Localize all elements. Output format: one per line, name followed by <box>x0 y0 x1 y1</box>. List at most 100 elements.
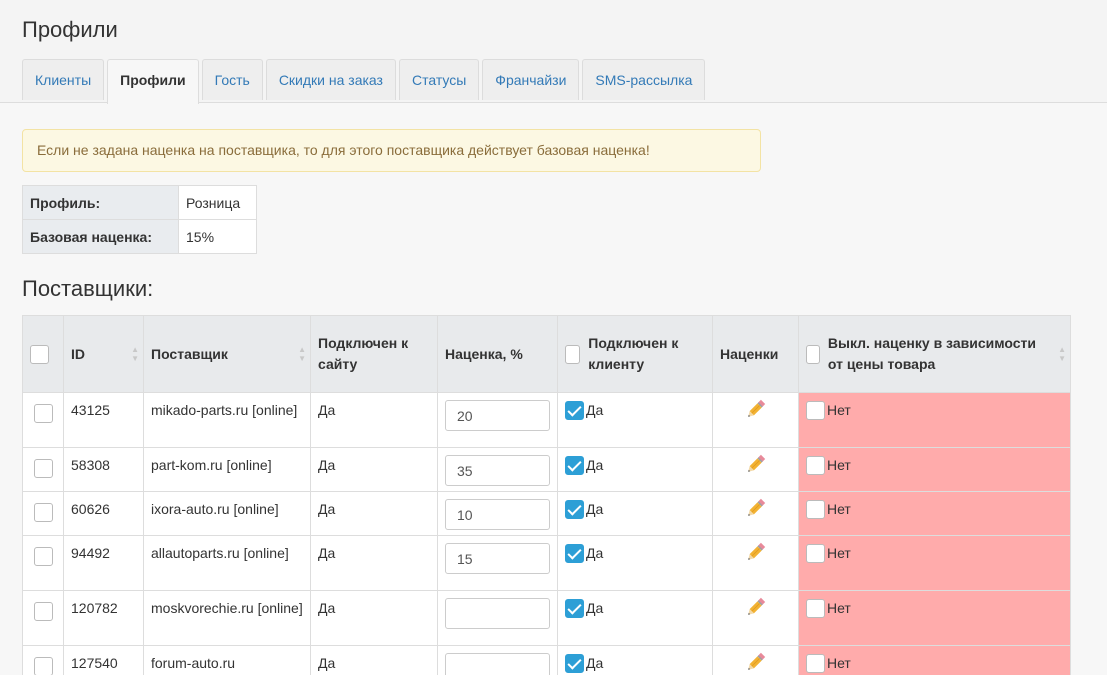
markup-input[interactable] <box>445 400 550 431</box>
markup-input[interactable] <box>445 499 550 530</box>
markup-input[interactable] <box>445 653 550 675</box>
table-header-row: ID ▲ ▼ Поставщик ▲ ▼ Подключен к сайту Нацен… <box>22 315 1071 393</box>
column-header-id-label: ID <box>71 345 85 362</box>
row-select-checkbox[interactable] <box>33 502 53 522</box>
column-header-disable-markup[interactable]: Выкл. наценку в зависимости от цены това… <box>798 315 1071 393</box>
row-connected-client-cell: Да <box>557 491 713 536</box>
pencil-icon[interactable] <box>745 398 767 426</box>
tab-sms[interactable]: SMS-рассылка <box>582 59 706 100</box>
disable-markup-checkbox[interactable] <box>806 599 825 618</box>
pencil-icon[interactable] <box>745 453 767 481</box>
row-markup-cell <box>437 447 558 492</box>
select-all-header <box>22 315 64 393</box>
pencil-icon[interactable] <box>745 497 767 525</box>
row-markups-cell <box>712 590 799 646</box>
row-connected-site: Да <box>310 491 438 536</box>
row-disable-markup-cell: Нет <box>798 535 1071 591</box>
row-markups-cell <box>712 491 799 536</box>
row-connected-client-cell: Да <box>557 447 713 492</box>
row-markups-cell <box>712 535 799 591</box>
row-select-checkbox[interactable] <box>33 458 53 478</box>
disable-markup-label: Нет <box>827 655 851 671</box>
tab-order-discounts[interactable]: Скидки на заказ <box>265 59 396 100</box>
connected-client-checkbox[interactable] <box>565 401 584 420</box>
column-header-connected-client: Подключен к клиенту <box>557 315 713 393</box>
connected-client-checkbox[interactable] <box>565 654 584 673</box>
connected-client-label: Да <box>586 402 604 418</box>
sort-arrows-icon[interactable]: ▲ ▼ <box>131 345 139 363</box>
markup-input[interactable] <box>445 598 550 629</box>
row-id: 60626 <box>63 491 144 536</box>
column-header-supplier-label: Поставщик <box>151 345 228 362</box>
row-markups-cell <box>712 645 799 675</box>
tab-profiles[interactable]: Профили <box>107 59 199 104</box>
row-connected-site: Да <box>310 535 438 591</box>
row-markups-cell <box>712 392 799 448</box>
connected-client-checkbox[interactable] <box>565 544 584 563</box>
disable-markup-checkbox[interactable] <box>806 401 825 420</box>
suppliers-table: ID ▲ ▼ Поставщик ▲ ▼ Подключен к сайту Нацен… <box>22 315 1071 675</box>
column-header-supplier[interactable]: Поставщик ▲ ▼ <box>143 315 311 393</box>
table-row: 60626ixora-auto.ru [online]ДаДаНет <box>22 491 1071 536</box>
select-all-checkbox[interactable] <box>30 345 49 365</box>
row-select-cell <box>22 491 64 536</box>
markup-input[interactable] <box>445 543 550 574</box>
row-disable-markup-cell: Нет <box>798 645 1071 675</box>
column-header-id[interactable]: ID ▲ ▼ <box>63 315 144 393</box>
disable-markup-label: Нет <box>827 457 851 473</box>
row-markup-cell <box>437 392 558 448</box>
connected-client-checkbox[interactable] <box>565 599 584 618</box>
row-disable-markup-cell: Нет <box>798 447 1071 492</box>
connected-client-label: Да <box>586 457 604 473</box>
tab-franchise[interactable]: Франчайзи <box>482 59 580 100</box>
row-select-checkbox[interactable] <box>33 403 53 423</box>
disable-markup-label: Нет <box>827 545 851 561</box>
base-markup-label: Базовая наценка: <box>22 219 179 254</box>
row-supplier-name: moskvorechie.ru [online] <box>143 590 311 646</box>
tab-statuses[interactable]: Статусы <box>398 59 480 100</box>
row-select-checkbox[interactable] <box>33 546 53 566</box>
connected-client-checkbox[interactable] <box>565 456 584 475</box>
row-supplier-name: ixora-auto.ru [online] <box>143 491 311 536</box>
connected-client-checkbox[interactable] <box>565 500 584 519</box>
tab-guest[interactable]: Гость <box>201 59 263 100</box>
column-header-connected-site: Подключен к сайту <box>310 315 438 393</box>
row-markup-cell <box>437 645 558 675</box>
markup-input[interactable] <box>445 455 550 486</box>
connected-client-label: Да <box>586 600 604 616</box>
disable-markup-checkbox[interactable] <box>806 500 825 519</box>
sort-arrows-icon[interactable]: ▲ ▼ <box>1058 345 1066 363</box>
warning-alert: Если не задана наценка на поставщика, то… <box>22 129 761 172</box>
row-markup-cell <box>437 491 558 536</box>
row-select-cell <box>22 392 64 448</box>
disable-all-checkbox[interactable] <box>806 344 820 364</box>
disable-markup-checkbox[interactable] <box>806 654 825 673</box>
row-id: 43125 <box>63 392 144 448</box>
tab-clients[interactable]: Клиенты <box>22 59 105 100</box>
row-disable-markup-cell: Нет <box>798 392 1071 448</box>
row-connected-site: Да <box>310 645 438 675</box>
disable-markup-checkbox[interactable] <box>806 456 825 475</box>
pencil-icon[interactable] <box>745 596 767 624</box>
row-select-checkbox[interactable] <box>33 656 53 675</box>
row-select-checkbox[interactable] <box>33 601 53 621</box>
table-row: 127540 forum-auto.ru Да Да Нет <box>22 645 1071 675</box>
row-markups-cell <box>712 447 799 492</box>
row-id: 127540 <box>63 645 144 675</box>
row-disable-markup-cell: Нет <box>798 590 1071 646</box>
row-disable-markup-cell: Нет <box>798 491 1071 536</box>
row-connected-site: Да <box>310 392 438 448</box>
pencil-icon[interactable] <box>745 651 767 675</box>
row-connected-client-cell: Да <box>557 535 713 591</box>
table-row: 94492allautoparts.ru [online]ДаДаНет <box>22 535 1071 591</box>
row-supplier-name: part-kom.ru [online] <box>143 447 311 492</box>
disable-markup-checkbox[interactable] <box>806 544 825 563</box>
base-markup-value: 15% <box>178 219 257 254</box>
row-connected-client-cell: Да <box>557 590 713 646</box>
row-supplier-name: allautoparts.ru [online] <box>143 535 311 591</box>
column-header-markups: Наценки <box>712 315 799 393</box>
suppliers-title: Поставщики: <box>22 276 154 301</box>
pencil-icon[interactable] <box>745 541 767 569</box>
sort-arrows-icon[interactable]: ▲ ▼ <box>298 345 306 363</box>
connect-all-checkbox[interactable] <box>565 344 581 364</box>
